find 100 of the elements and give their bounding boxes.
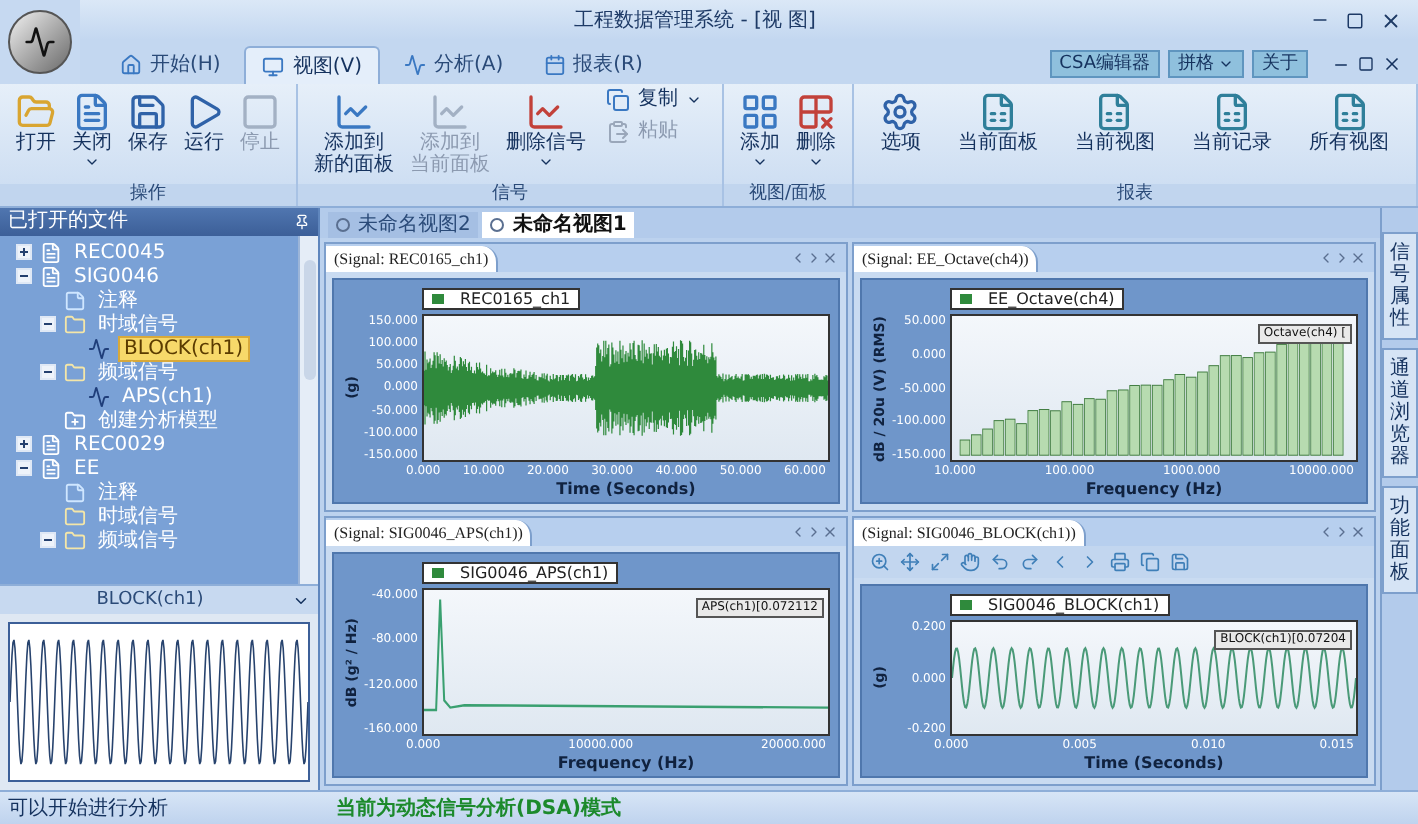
report-icon xyxy=(1212,92,1253,132)
minus-icon xyxy=(18,270,30,282)
ribbon-button[interactable]: 运行 xyxy=(176,88,232,184)
plus-icon xyxy=(18,246,30,258)
ribbon-button[interactable]: 添加到 新的面板 xyxy=(306,88,402,184)
ribbon-button[interactable]: 当前记录 xyxy=(1184,88,1281,184)
activity-icon xyxy=(403,54,426,76)
panel-tab[interactable]: (Signal: SIG0046_APS(ch1)) xyxy=(326,519,533,545)
redo-icon[interactable] xyxy=(1020,552,1040,572)
ribbon-tab[interactable]: 报表(R) xyxy=(527,46,659,84)
document-tab[interactable]: 未命名视图1 xyxy=(482,212,635,238)
chevron-right-icon[interactable] xyxy=(1334,524,1350,540)
ribbon-button[interactable]: 选项 xyxy=(872,88,929,184)
ribbon-button[interactable]: 打开 xyxy=(8,88,64,184)
paste-icon xyxy=(606,120,630,144)
line-chart-icon xyxy=(334,92,374,132)
caret-icon xyxy=(84,154,100,170)
restore-icon[interactable] xyxy=(1358,56,1374,72)
save-icon[interactable] xyxy=(1170,552,1190,572)
ribbon-tab[interactable]: 分析(A) xyxy=(387,46,520,84)
hand-icon[interactable] xyxy=(960,552,980,572)
ribbon-tab[interactable]: 视图(V) xyxy=(244,46,380,84)
legend-swatch xyxy=(960,600,972,610)
chevron-left-icon[interactable] xyxy=(790,524,806,540)
undo-icon[interactable] xyxy=(990,552,1010,572)
legend-swatch xyxy=(960,294,972,304)
panel-title: 已打开的文件 xyxy=(8,210,128,234)
stop-icon xyxy=(240,92,280,132)
maximize-icon[interactable] xyxy=(1346,11,1364,29)
close-icon[interactable] xyxy=(1380,9,1402,31)
printer-icon[interactable] xyxy=(1110,552,1130,572)
expand-icon[interactable] xyxy=(930,552,950,572)
chevron-left-icon[interactable] xyxy=(1318,250,1334,266)
save-icon xyxy=(128,92,168,132)
chevron-right-icon[interactable] xyxy=(1334,250,1350,266)
copy-icon[interactable] xyxy=(1140,552,1160,572)
ribbon-button[interactable]: 添加 xyxy=(732,88,788,184)
status-text: 可以开始进行分析 xyxy=(6,795,170,823)
ribbon-group-label: 信号 xyxy=(298,184,722,206)
ribbon-button[interactable]: 当前面板 xyxy=(949,88,1046,184)
ribbon-button[interactable]: 当前视图 xyxy=(1066,88,1163,184)
minus-icon xyxy=(42,318,54,330)
document-icon xyxy=(40,457,62,479)
ribbon-button[interactable]: 所有视图 xyxy=(1301,88,1398,184)
window-title: 工程数据管理系统 - [视 图] xyxy=(574,7,816,35)
chevron-right-icon[interactable] xyxy=(806,250,822,266)
panel-tab[interactable]: (Signal: SIG0046_BLOCK(ch1)) xyxy=(854,519,1086,545)
caret-icon xyxy=(808,154,824,170)
line-chart-icon xyxy=(526,92,566,132)
ribbon-group-label: 视图/面板 xyxy=(724,184,852,206)
ribbon-small-button[interactable]: 复制 xyxy=(602,88,706,112)
mode-indicator: 当前为动态信号分析(DSA)模式 xyxy=(334,795,623,823)
chart-legend: REC0165_ch1 xyxy=(422,288,581,310)
plus-icon xyxy=(18,438,30,450)
chevron-left-icon[interactable] xyxy=(790,250,806,266)
folder-icon xyxy=(64,361,86,383)
ribbon-button[interactable]: 删除信号 xyxy=(498,88,594,184)
ribbon-button[interactable]: 关闭 xyxy=(64,88,120,184)
settings-icon xyxy=(880,92,921,132)
ribbon-button[interactable]: 删除 xyxy=(788,88,844,184)
side-tab[interactable]: 通道浏览器 xyxy=(1382,348,1418,478)
chart-legend: EE_Octave(ch4) xyxy=(950,288,1125,310)
legend-swatch xyxy=(432,568,444,578)
app-logo-icon[interactable] xyxy=(8,10,72,74)
tree-item[interactable]: BLOCK(ch1) xyxy=(118,335,249,361)
folder-plus-icon xyxy=(64,409,86,431)
toolbar-button[interactable]: 拼格 xyxy=(1168,50,1244,78)
side-tab[interactable]: 功能面板 xyxy=(1382,486,1418,594)
ribbon-button[interactable]: 保存 xyxy=(120,88,176,184)
expander-toggle[interactable] xyxy=(16,244,32,260)
grid-icon xyxy=(740,92,780,132)
caret-icon xyxy=(752,154,768,170)
ribbon-tab[interactable]: 开始(H) xyxy=(104,46,237,84)
toolbar-button[interactable]: 关于 xyxy=(1252,50,1308,78)
calendar-icon xyxy=(543,54,566,76)
pin-icon[interactable] xyxy=(294,214,310,230)
panel-tab[interactable]: (Signal: REC0165_ch1) xyxy=(326,245,499,271)
document-icon xyxy=(40,241,62,263)
scrollbar[interactable] xyxy=(298,236,318,584)
panel-tab[interactable]: (Signal: EE_Octave(ch4)) xyxy=(854,245,1039,271)
zoom-icon[interactable] xyxy=(870,552,890,572)
document-tab[interactable]: 未命名视图2 xyxy=(328,212,479,238)
move-icon[interactable] xyxy=(900,552,920,572)
monitor-icon xyxy=(262,55,285,77)
ribbon-group-label: 报表 xyxy=(854,184,1416,206)
expander-toggle[interactable] xyxy=(16,436,32,452)
toolbar-button[interactable]: CSA编辑器 xyxy=(1049,50,1160,78)
close-icon[interactable] xyxy=(1382,54,1402,74)
x-axis-label: Frequency (Hz) xyxy=(1085,480,1223,502)
x-axis-label: Time (Seconds) xyxy=(1084,754,1224,776)
side-tab[interactable]: 信号属性 xyxy=(1382,232,1418,340)
document-icon xyxy=(40,433,62,455)
chevron-right-icon[interactable] xyxy=(806,524,822,540)
ribbon-group-label: 操作 xyxy=(0,184,296,206)
home-icon xyxy=(120,54,142,76)
chevron-left-icon[interactable] xyxy=(1318,524,1334,540)
caret-icon xyxy=(686,92,702,108)
report-icon xyxy=(1329,92,1370,132)
minus-icon xyxy=(42,534,54,546)
legend-swatch xyxy=(432,294,444,304)
